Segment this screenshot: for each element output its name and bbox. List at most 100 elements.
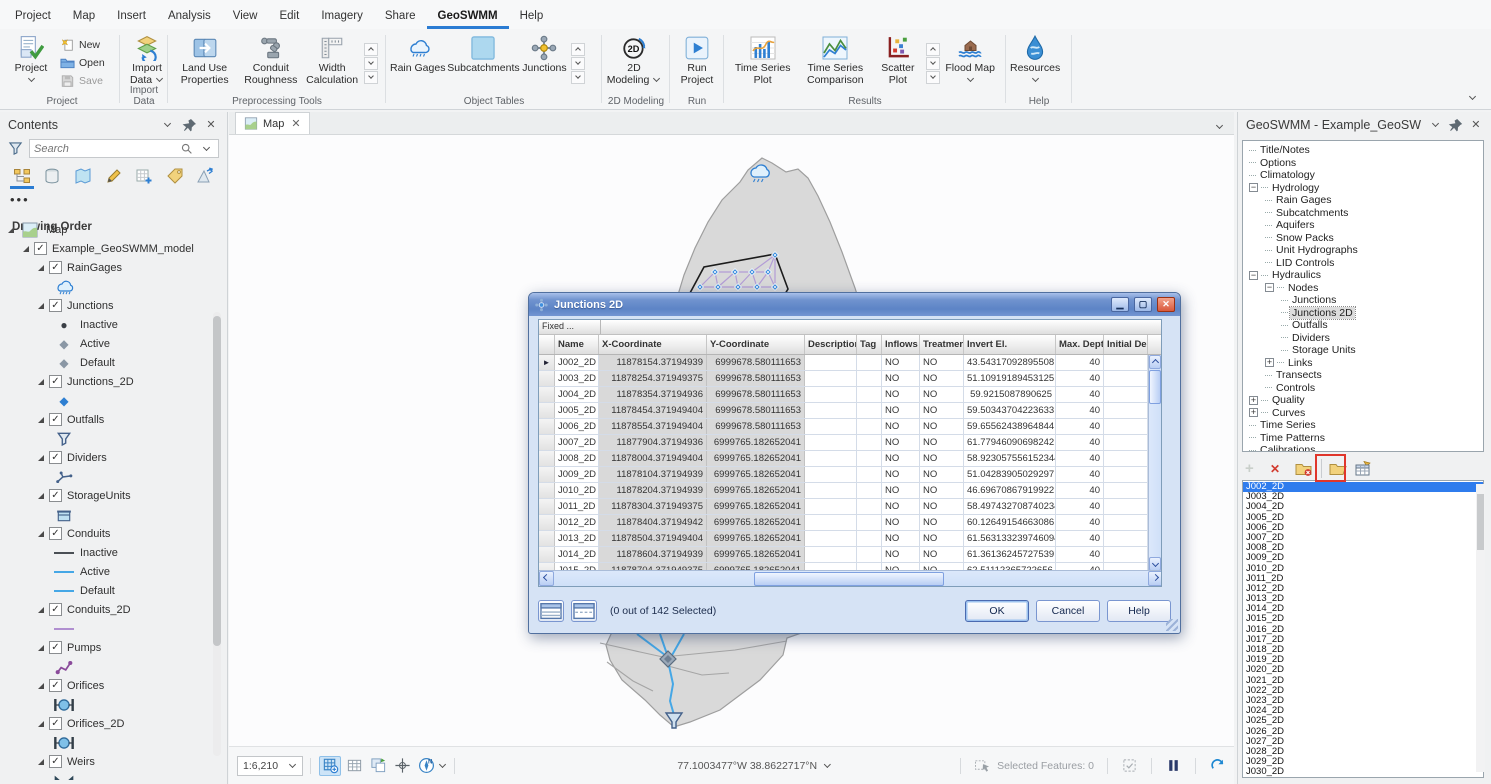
layer-row[interactable]: ✓	[0, 429, 209, 448]
table-row[interactable]: J008_2D11878004.3719494046999765.1826520…	[539, 451, 1161, 467]
menu-item[interactable]: View	[222, 4, 269, 29]
tree-item[interactable]: Options	[1243, 157, 1483, 170]
layer-row[interactable]: ✓ ● Inactive	[0, 315, 209, 334]
contents-tab[interactable]	[193, 168, 217, 189]
refresh-icon[interactable]	[1209, 758, 1226, 773]
layer-row[interactable]: ✓ Active	[0, 562, 209, 581]
tree-item[interactable]: Snow Packs	[1243, 232, 1483, 245]
list-scrollbar[interactable]	[1476, 484, 1485, 772]
layer-checkbox[interactable]: ✓	[49, 527, 62, 540]
expand-icon[interactable]	[38, 417, 44, 423]
expand-icon[interactable]	[38, 683, 44, 689]
tree-item[interactable]: Dividers	[1243, 332, 1483, 345]
expand-icon[interactable]	[38, 645, 44, 651]
rain-gages-button[interactable]: Rain Gages	[390, 32, 445, 94]
gallery-scroll[interactable]	[926, 32, 940, 94]
row-indicator[interactable]	[539, 483, 555, 498]
tree-item[interactable]: Subcatchments	[1243, 207, 1483, 220]
tree-item[interactable]: LID Controls	[1243, 257, 1483, 270]
table-row[interactable]: J010_2D11878204.371949396999765.18265204…	[539, 483, 1161, 499]
row-indicator[interactable]	[539, 515, 555, 530]
layer-checkbox[interactable]: ✓	[49, 413, 62, 426]
menu-item[interactable]: Share	[374, 4, 427, 29]
row-indicator[interactable]	[539, 419, 555, 434]
ok-button[interactable]: OK	[965, 600, 1029, 622]
layer-row[interactable]: ✓ Junctions_2D	[0, 372, 209, 391]
horizontal-scrollbar[interactable]	[539, 570, 1162, 586]
layer-checkbox[interactable]: ✓	[49, 717, 62, 730]
list-item[interactable]: J025_2D	[1243, 716, 1483, 726]
tools-more-icon[interactable]	[439, 761, 446, 768]
junctions-button[interactable]: Junctions	[521, 32, 567, 94]
layer-row[interactable]: ✓ Map	[0, 220, 209, 239]
row-indicator[interactable]	[539, 531, 555, 546]
tree-item[interactable]: Climatology	[1243, 169, 1483, 182]
toolbar-button[interactable]	[1294, 459, 1314, 478]
row-indicator[interactable]	[539, 467, 555, 482]
save-button[interactable]: Save	[56, 73, 109, 89]
layer-row[interactable]: ✓ ◆ Default	[0, 353, 209, 372]
row-indicator[interactable]: ►	[539, 355, 555, 370]
table-row[interactable]: J003_2D11878254.3719493756999678.5801116…	[539, 371, 1161, 387]
layer-row[interactable]: ✓ Example_GeoSWMM_model	[0, 239, 209, 258]
layer-row[interactable]: ✓	[0, 277, 209, 296]
row-indicator[interactable]	[539, 371, 555, 386]
tab-options-icon[interactable]	[1216, 122, 1223, 129]
expand-icon[interactable]	[38, 721, 44, 727]
tree-item[interactable]: Aquifers	[1243, 219, 1483, 232]
minimize-button[interactable]: ▁	[1111, 297, 1129, 312]
layer-row[interactable]: ✓	[0, 695, 209, 714]
expand-icon[interactable]	[38, 607, 44, 613]
expand-icon[interactable]	[38, 379, 44, 385]
layer-row[interactable]: ✓ Pumps	[0, 638, 209, 657]
contents-tab[interactable]	[163, 168, 187, 189]
layer-row[interactable]: ✓ Junctions	[0, 296, 209, 315]
status-tool[interactable]	[391, 756, 413, 776]
expand-icon[interactable]	[38, 493, 44, 499]
expand-box-icon[interactable]: −	[1249, 183, 1258, 192]
vertical-scrollbar[interactable]	[1148, 355, 1161, 571]
expand-icon[interactable]	[38, 265, 44, 271]
menu-item[interactable]: GeoSWMM	[427, 4, 509, 29]
layer-row[interactable]: ✓ Weirs	[0, 752, 209, 771]
toolbar-button[interactable]	[1353, 459, 1373, 478]
layer-row[interactable]: ✓ Default	[0, 581, 209, 600]
subcatchments-button[interactable]: Subcatchments	[447, 32, 519, 94]
close-button[interactable]: ✕	[1157, 297, 1175, 312]
maximize-button[interactable]: ▢	[1134, 297, 1152, 312]
tree-item[interactable]: − Hydrology	[1243, 182, 1483, 195]
table-row[interactable]: J014_2D11878604.371949396999765.18265204…	[539, 547, 1161, 563]
table-row[interactable]: J013_2D11878504.3719494046999765.1826520…	[539, 531, 1161, 547]
row-indicator[interactable]	[539, 387, 555, 402]
menu-item[interactable]: Edit	[268, 4, 310, 29]
layer-row[interactable]: ✓ Orifices_2D	[0, 714, 209, 733]
gallery-scroll[interactable]	[571, 32, 585, 94]
new-button[interactable]: New	[56, 37, 109, 53]
expand-box-icon[interactable]: −	[1265, 283, 1274, 292]
panel-menu-icon[interactable]	[159, 118, 175, 132]
tree-item[interactable]: + Curves	[1243, 407, 1483, 420]
selection-box-icon[interactable]	[1121, 758, 1138, 773]
table-row[interactable]: J011_2D11878304.3719493756999765.1826520…	[539, 499, 1161, 515]
layer-row[interactable]: ✓ Outfalls	[0, 410, 209, 429]
layer-row[interactable]: ✓	[0, 657, 209, 676]
filter-icon[interactable]	[8, 141, 23, 156]
row-indicator[interactable]	[539, 499, 555, 514]
layer-row[interactable]: ✓ Conduits	[0, 524, 209, 543]
row-indicator[interactable]	[539, 547, 555, 562]
expand-box-icon[interactable]: +	[1249, 408, 1258, 417]
expand-icon[interactable]	[38, 455, 44, 461]
help-button[interactable]: Help	[1107, 600, 1171, 622]
table-row[interactable]: J006_2D11878554.3719494046999678.5801116…	[539, 419, 1161, 435]
column-header[interactable]: Invert El.	[964, 335, 1056, 354]
list-item[interactable]: J030_2D	[1243, 767, 1483, 777]
pause-drawing-icon[interactable]	[1165, 758, 1182, 773]
layer-checkbox[interactable]: ✓	[49, 755, 62, 768]
column-header[interactable]: Description	[805, 335, 857, 354]
layer-row[interactable]: ✓ ◆ Active	[0, 334, 209, 353]
layer-row[interactable]: ✓	[0, 505, 209, 524]
menu-item[interactable]: Insert	[106, 4, 157, 29]
scale-select[interactable]: 1:6,210	[237, 756, 303, 776]
menu-item[interactable]: Imagery	[310, 4, 374, 29]
ribbon-collapse-icon[interactable]	[1469, 93, 1476, 100]
